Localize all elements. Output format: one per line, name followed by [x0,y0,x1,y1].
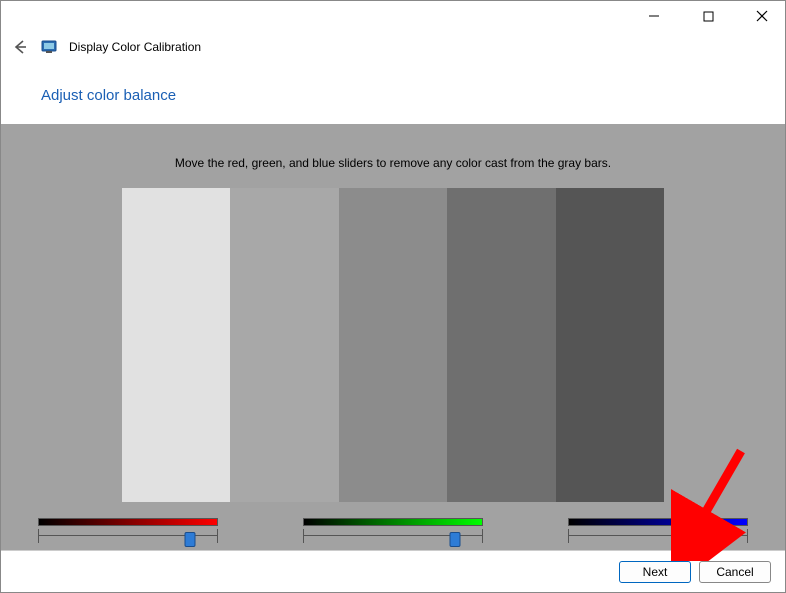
rgb-sliders [38,518,748,543]
content-area: Move the red, green, and blue sliders to… [1,124,785,556]
blue-track[interactable] [568,529,748,543]
blue-thumb[interactable] [715,532,726,547]
gray-bar-3 [339,188,448,502]
window-titlebar [1,1,785,31]
green-slider[interactable] [303,518,483,543]
display-calibration-icon [41,39,57,55]
red-track[interactable] [38,529,218,543]
green-thumb[interactable] [450,532,461,547]
red-gradient [38,518,218,526]
gray-bar-1 [122,188,231,502]
window-title: Display Color Calibration [69,40,201,54]
instruction-text: Move the red, green, and blue sliders to… [175,156,611,170]
blue-slider[interactable] [568,518,748,543]
wizard-footer: Next Cancel [1,550,785,592]
gray-bar-2 [230,188,339,502]
gray-bar-5 [556,188,665,502]
gray-bar-4 [447,188,556,502]
green-gradient [303,518,483,526]
close-button[interactable] [745,4,779,28]
maximize-button[interactable] [691,4,725,28]
red-slider[interactable] [38,518,218,543]
page-heading-area: Adjust color balance [1,63,785,124]
blue-gradient [568,518,748,526]
red-thumb[interactable] [185,532,196,547]
minimize-button[interactable] [637,4,671,28]
cancel-button[interactable]: Cancel [699,561,771,583]
green-track[interactable] [303,529,483,543]
back-arrow-icon[interactable] [11,38,29,56]
next-button[interactable]: Next [619,561,691,583]
window-header: Display Color Calibration [1,31,785,63]
page-heading: Adjust color balance [41,87,785,104]
gray-bars [122,188,665,502]
